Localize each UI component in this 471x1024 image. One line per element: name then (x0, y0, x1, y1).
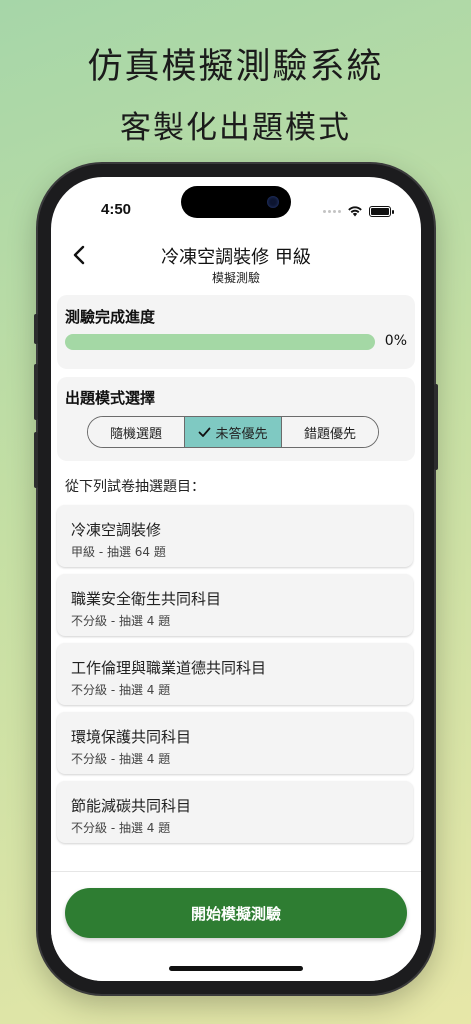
dynamic-island (181, 186, 291, 218)
home-indicator (169, 966, 303, 971)
progress-card: 測驗完成進度 0% (57, 295, 415, 369)
checkmark-icon (199, 427, 211, 437)
subject-meta: 不分級 - 抽選 4 題 (71, 821, 171, 835)
subject-card[interactable]: 職業安全衛生共同科目 不分級 - 抽選 4 題 (57, 574, 413, 636)
subject-name: 環境保護共同科目 (71, 728, 192, 746)
status-time: 4:50 (101, 201, 132, 218)
mode-heading: 出題模式選擇 (65, 389, 156, 407)
mode-option-wrong[interactable]: 錯題優先 (282, 417, 378, 447)
power-button (434, 384, 438, 470)
action-button (34, 314, 38, 344)
mode-option-unanswered[interactable]: 未答優先 (185, 417, 282, 447)
nav-bar: 冷凍空調裝修 甲級 模擬測驗 (51, 227, 421, 287)
subject-card[interactable]: 環境保護共同科目 不分級 - 抽選 4 題 (57, 712, 413, 774)
wifi-icon (348, 206, 362, 217)
progress-percent: 0% (384, 333, 407, 349)
subject-name: 職業安全衛生共同科目 (71, 590, 222, 608)
subject-meta: 不分級 - 抽選 4 題 (71, 683, 171, 697)
subject-meta: 甲級 - 抽選 64 題 (71, 545, 166, 559)
progress-bar (65, 334, 375, 350)
volume-up-button (34, 364, 38, 420)
marketing-subheadline: 客製化出題模式 (120, 110, 351, 146)
page-subtitle: 模擬測驗 (211, 271, 260, 285)
mode-option-label: 未答優先 (215, 426, 268, 442)
subject-name: 冷凍空調裝修 (71, 521, 162, 539)
signal-dots-icon (323, 209, 341, 213)
front-camera (267, 196, 279, 208)
subject-meta: 不分級 - 抽選 4 題 (71, 752, 171, 766)
page-title: 冷凍空調裝修 甲級 (161, 247, 311, 268)
status-icons (323, 205, 394, 217)
bottom-bar: 開始模擬測驗 (51, 871, 421, 981)
subject-meta: 不分級 - 抽選 4 題 (71, 614, 171, 628)
subject-name: 工作倫理與職業道德共同科目 (71, 659, 267, 677)
volume-down-button (34, 432, 38, 488)
subject-name: 節能減碳共同科目 (71, 797, 192, 815)
phone-frame: 4:50 冷凍空調裝修 甲級 模擬測驗 測驗完成進度 0% 出題模式選擇 隨機選… (34, 164, 438, 994)
mode-option-label: 隨機選題 (109, 426, 162, 442)
section-label: 從下列試卷抽選題目： (65, 479, 205, 495)
start-test-button[interactable]: 開始模擬測驗 (65, 888, 407, 938)
subject-card[interactable]: 節能減碳共同科目 不分級 - 抽選 4 題 (57, 781, 413, 843)
mode-option-label: 錯題優先 (303, 426, 356, 442)
subject-card[interactable]: 工作倫理與職業道德共同科目 不分級 - 抽選 4 題 (57, 643, 413, 705)
battery-icon (369, 205, 394, 217)
mode-card: 出題模式選擇 隨機選題 未答優先 錯題優先 (57, 377, 415, 461)
marketing-headline: 仿真模擬測驗系統 (87, 47, 384, 87)
app-screen: 4:50 冷凍空調裝修 甲級 模擬測驗 測驗完成進度 0% 出題模式選擇 隨機選… (51, 177, 421, 981)
mode-option-random[interactable]: 隨機選題 (88, 417, 185, 447)
progress-heading: 測驗完成進度 (65, 308, 156, 326)
subject-card[interactable]: 冷凍空調裝修 甲級 - 抽選 64 題 (57, 505, 413, 567)
mode-segmented-control: 隨機選題 未答優先 錯題優先 (87, 416, 379, 448)
